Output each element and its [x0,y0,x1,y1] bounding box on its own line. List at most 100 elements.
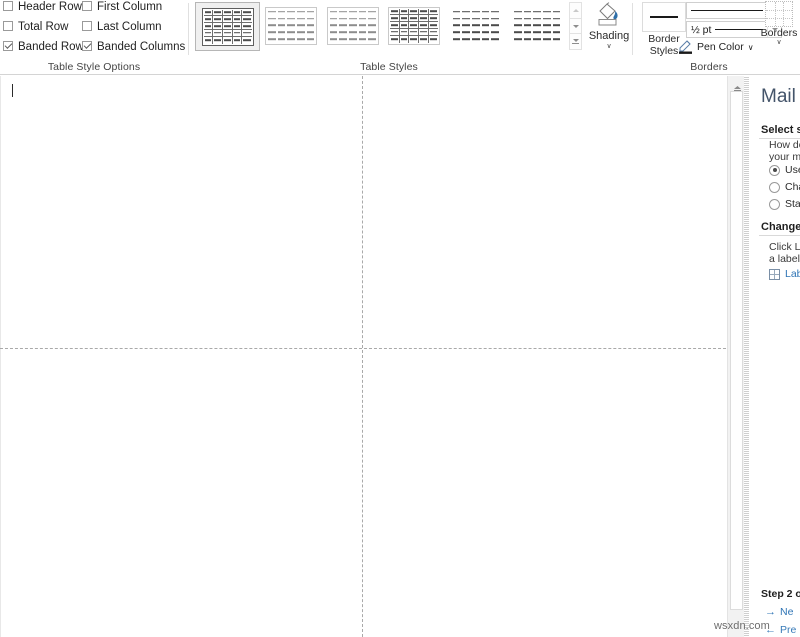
table-styles-gallery[interactable] [195,2,568,52]
table-gridline-horizontal [0,348,726,349]
arrow-right-icon: → [765,606,776,618]
border-styles-label: Border Styles [648,33,680,57]
pen-color-button[interactable]: Pen Color ∨ [678,40,754,54]
gallery-scroll-up-button[interactable] [569,2,582,19]
borders-caret-icon[interactable]: ∨ [758,39,800,47]
ribbon: Header Row First Column Total Row Last C… [0,0,800,75]
radio-option-2[interactable]: Star [769,198,800,210]
table-gridline-vertical [362,76,363,637]
next-step-link[interactable]: → Ne [765,606,793,618]
table-style-swatch-plain-2 [326,6,379,45]
task-pane-change-heading: Change [761,221,800,233]
group-label-table-styles: Table Styles [360,61,418,73]
border-line-icon [650,16,678,18]
border-styles-preview [642,2,686,32]
radio-option-2-button[interactable] [769,198,780,210]
checkbox-banded-columns-label: Banded Columns [97,41,186,53]
borders-button[interactable]: Borders ∨ [758,1,800,47]
more-chevron-icon [572,39,579,43]
checkbox-banded-columns[interactable]: Banded Columns [82,41,185,53]
radio-option-0-button[interactable] [769,164,780,176]
page-left-edge [0,76,1,637]
radio-option-2-label: Star [785,198,800,210]
group-table-style-options: Header Row First Column Total Row Last C… [0,0,188,75]
previous-step-label: Pre [780,624,797,636]
pen-color-label: Pen Color [697,41,744,53]
checkbox-last-column[interactable]: Last Column [82,21,162,33]
table-style-swatch-plain-4 [449,6,502,45]
radio-option-0[interactable]: Use [769,164,800,176]
table-style-item-2[interactable] [322,2,384,49]
task-pane-intro-line1: How do [769,139,800,151]
task-pane-intro-line2: your ma [769,151,800,163]
table-style-item-4[interactable] [445,2,507,49]
table-style-swatch-plain-5 [511,6,564,45]
table-style-swatch-plain-3 [388,6,441,45]
checkbox-header-row[interactable]: Header Row [3,1,82,13]
scrollbar-thumb[interactable] [730,91,743,610]
checkbox-first-column[interactable]: First Column [82,1,162,13]
checkbox-banded-columns-box[interactable] [82,41,92,51]
checkbox-banded-rows-box[interactable] [3,41,13,51]
pen-color-caret-icon[interactable]: ∨ [748,43,754,52]
radio-option-0-label: Use [785,164,800,176]
task-pane-title: Mail [761,86,796,107]
shading-caret-icon[interactable]: ∨ [606,43,611,51]
shading-button-label: Shading [588,30,630,42]
shading-icon [594,2,624,28]
checkbox-last-column-label: Last Column [97,21,162,33]
checkbox-total-row[interactable]: Total Row [3,21,69,33]
table-style-item-5[interactable] [506,2,568,49]
watermark: wsxdn.com [714,620,770,632]
gallery-scroll-down-button[interactable] [569,17,582,35]
group-table-styles: Table Styles [189,0,589,75]
table-styles-scroll[interactable] [569,2,582,51]
pen-color-icon [678,40,693,54]
label-options-link-text: Lab [785,268,800,280]
checkbox-header-row-box[interactable] [3,1,13,11]
radio-option-1-label: Cha [785,181,800,193]
more-bar-icon [572,43,579,45]
scroll-up-icon [733,80,741,92]
checkbox-first-column-box[interactable] [82,1,92,11]
line-weight-value: ½ pt [691,23,712,36]
checkbox-total-row-box[interactable] [3,21,13,31]
task-pane-change-line1: Click La [769,241,800,253]
text-cursor [12,84,13,97]
table-style-item-1[interactable] [260,2,322,49]
group-label-borders: Borders [690,61,728,73]
checkbox-first-column-label: First Column [97,1,163,13]
task-pane-change-line2: a label [769,253,800,265]
document-page[interactable] [0,76,726,637]
table-style-item-0[interactable] [195,2,261,51]
task-pane-step-footer: Step 2 o [761,588,800,600]
chevron-down-icon [572,24,579,28]
ribbon-separator-2 [632,3,633,55]
radio-option-1[interactable]: Cha [769,181,800,193]
gallery-more-button[interactable] [569,33,582,51]
task-pane-rule-2 [759,235,800,236]
label-options-link[interactable]: Lab [769,268,800,280]
group-label-table-style-options: Table Style Options [47,61,141,73]
document-area[interactable] [0,76,726,637]
checkbox-last-column-box[interactable] [82,21,92,31]
borders-button-label: Borders [760,27,798,39]
vertical-scrollbar[interactable] [727,76,744,637]
table-style-item-3[interactable] [383,2,445,49]
radio-option-1-button[interactable] [769,181,780,193]
chevron-up-icon [572,8,579,12]
checkbox-banded-rows-label: Banded Rows [18,41,90,53]
scrollbar-up-button[interactable] [729,76,744,92]
checkbox-banded-rows[interactable]: Banded Rows [3,41,90,53]
group-borders: Border Styles ½ pt Pen Color ∨ Borders ∨… [634,0,800,75]
next-step-label: Ne [780,606,794,618]
mail-merge-task-pane: Mail Select st How do your ma Use Cha St… [749,76,800,637]
borders-grid-icon [765,1,793,27]
line-style-combo-body[interactable] [687,9,767,12]
shading-button[interactable]: Shading ∨ [585,2,633,51]
line-weight-preview-icon [715,28,763,31]
checkbox-total-row-label: Total Row [18,21,69,33]
table-style-swatch-grid [201,7,254,46]
checkbox-header-row-label: Header Row [18,1,82,13]
line-weight-combo-body[interactable]: ½ pt [687,24,767,36]
